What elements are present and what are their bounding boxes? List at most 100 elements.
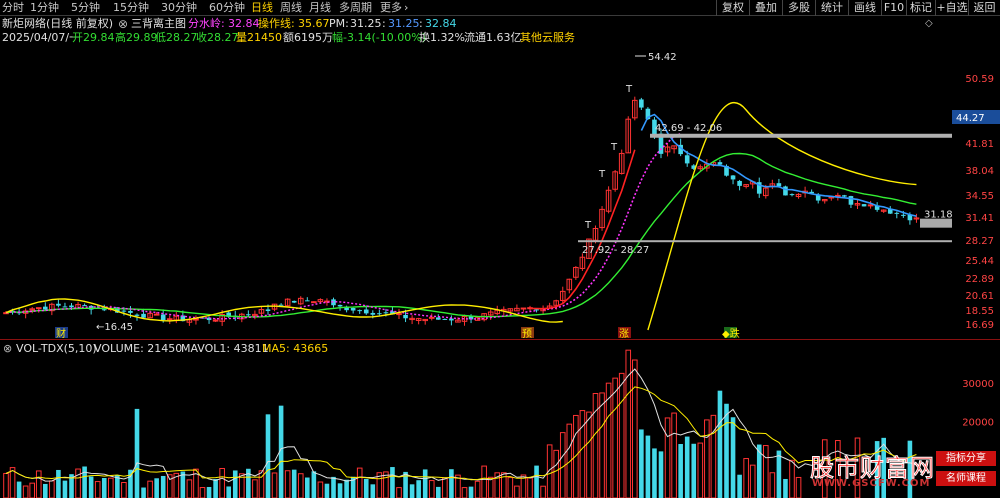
period-tab-more[interactable]: 更多: [380, 1, 402, 15]
candle-body: [403, 314, 408, 319]
volume-bar: [632, 359, 638, 498]
back-button[interactable]: 返回: [968, 0, 1000, 16]
candle-body: [639, 99, 644, 108]
signal-marker-t: T: [598, 169, 606, 180]
price-tick-label: 41.81: [965, 139, 994, 150]
price-tick-label: 16.69: [965, 320, 994, 331]
candle-body: [442, 318, 448, 320]
pm-value: 31.25: [350, 17, 382, 30]
period-tab-daily[interactable]: 日线: [251, 1, 273, 15]
candle-body: [305, 300, 310, 302]
volume-bar: [356, 467, 363, 498]
volume-bar: [428, 480, 435, 498]
overlay-button[interactable]: 叠加: [749, 0, 782, 16]
period-tab-1min[interactable]: 1分钟: [30, 1, 59, 15]
ma-line-green: [5, 152, 917, 318]
volume-bar: [291, 469, 297, 498]
caozuoxian-label: 操作线:: [258, 17, 295, 30]
watermark-url: WWW.GSCFW.COM: [812, 478, 931, 489]
add-watchlist-button[interactable]: +自选: [935, 0, 968, 16]
volume-bar: [461, 487, 468, 498]
candle-body: [278, 304, 284, 306]
candle-body: [62, 306, 68, 308]
price-tick-label: 20.61: [965, 291, 994, 302]
volume-bar: [390, 467, 395, 498]
volume-bar: [199, 487, 206, 498]
candle-body: [82, 305, 87, 307]
volume-bar: [121, 482, 127, 498]
volume-bar: [795, 476, 802, 498]
volume-bar: [22, 485, 29, 498]
price-chart[interactable]: 50.59 41.81 38.04 34.55 31.41 28.27 25.44 22.89…: [0, 38, 1000, 338]
period-tab-minute-chart[interactable]: 分时: [2, 1, 24, 15]
f10-button[interactable]: F10: [881, 0, 906, 16]
sep-colon-2: :: [419, 17, 423, 30]
close-icon[interactable]: ⊗: [118, 17, 128, 31]
level-band-lower: [578, 240, 952, 243]
candle-body: [684, 155, 690, 164]
period-tab-multi[interactable]: 多周期: [339, 1, 372, 15]
volume-bar: [783, 478, 788, 498]
statistics-button[interactable]: 统计: [815, 0, 848, 16]
volume-bar: [62, 480, 68, 498]
candle-body: [160, 314, 166, 321]
volume-bar: [612, 377, 618, 498]
volume-bar: [252, 479, 258, 498]
volume-bar: [527, 477, 533, 498]
candle-body: [69, 305, 74, 308]
volume-bar: [56, 469, 61, 498]
volume-bar: [337, 483, 343, 498]
candle-body: [867, 204, 874, 207]
period-tab-monthly[interactable]: 月线: [309, 1, 331, 15]
mark-button[interactable]: 标记: [906, 0, 935, 16]
fuquan-button[interactable]: 复权: [716, 0, 749, 16]
volume-bar: [599, 392, 605, 498]
volume-bar: [481, 465, 487, 498]
volume-tick-label: 30000: [962, 379, 994, 390]
period-tab-5min[interactable]: 5分钟: [71, 1, 100, 15]
multi-stock-button[interactable]: 多股: [782, 0, 815, 16]
range-label-upper: 42.69 - 42.06: [655, 123, 722, 134]
candle-body: [894, 212, 900, 214]
volume-bar: [468, 486, 474, 498]
volume-bar: [474, 480, 481, 498]
event-marker-cai: 财: [56, 327, 66, 338]
volume-bar: [305, 477, 310, 498]
candle-body: [134, 314, 140, 316]
volume-bar: [363, 478, 369, 498]
candle-body: [901, 214, 906, 216]
volume-bar: [166, 474, 173, 498]
level-band-upper: [650, 133, 952, 138]
candle-body: [396, 313, 402, 316]
period-tab-15min[interactable]: 15分钟: [113, 1, 149, 15]
volume-bar: [507, 477, 514, 498]
period-tab-30min[interactable]: 30分钟: [161, 1, 197, 15]
volume-bar: [540, 485, 546, 498]
high-price-label: 54.42: [648, 52, 677, 63]
period-tab-weekly[interactable]: 周线: [280, 1, 302, 15]
diamond-icon[interactable]: ◇: [925, 17, 933, 31]
volume-bar: [232, 470, 238, 498]
volume-bar: [704, 419, 710, 498]
price-tick-label: 28.27: [965, 236, 994, 247]
volume-bar: [409, 484, 415, 498]
volume-bar: [134, 408, 140, 498]
period-tab-60min[interactable]: 60分钟: [209, 1, 245, 15]
candle-body: [212, 319, 219, 322]
candle-body: [311, 301, 317, 304]
volume-bar: [436, 486, 441, 498]
volume-bar: [297, 473, 304, 498]
volume-bar: [645, 435, 651, 498]
candle-body: [357, 310, 362, 312]
pm-label: PM:: [329, 17, 349, 30]
volume-bar: [226, 486, 231, 498]
indicator-name[interactable]: 三背离主图: [131, 17, 186, 31]
candle-body: [383, 312, 389, 314]
volume-bar: [3, 472, 9, 498]
volume-bar: [678, 444, 683, 498]
chevron-right-icon[interactable]: ›: [404, 1, 408, 14]
price-tick-label: 31.41: [965, 213, 994, 224]
volume-bar: [710, 414, 717, 498]
volume-bar: [664, 417, 671, 498]
draw-line-button[interactable]: 画线: [848, 0, 881, 16]
